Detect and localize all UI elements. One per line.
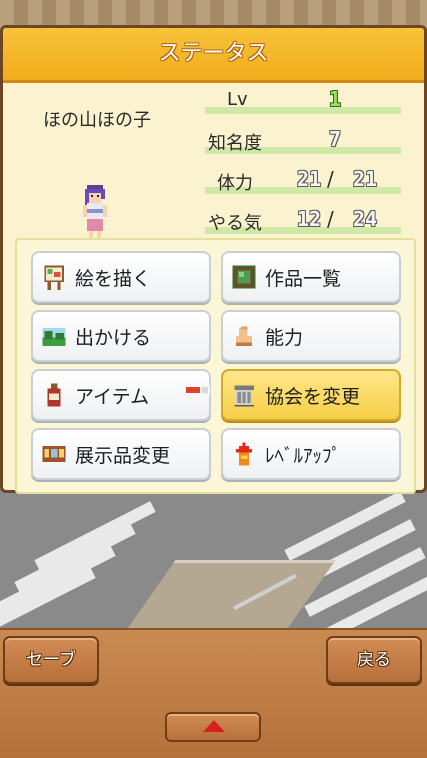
save-button[interactable]: セーブ: [3, 636, 99, 684]
status-panel: ステータス ほの山ほの子 Lv 1 知名度 7 体力 21 / 21 やる気 1…: [0, 25, 427, 494]
gallery-icon: [42, 445, 66, 463]
stat-row-level: Lv 1: [205, 87, 401, 119]
ability-label: 能力: [265, 326, 304, 349]
level-value: 1: [329, 87, 342, 111]
easel-icon: [44, 265, 64, 290]
level-up-arrow-icon: [235, 442, 253, 466]
fame-label: 知名度: [208, 133, 262, 154]
items-label: アイテム: [75, 385, 150, 408]
go-out-button[interactable]: 出かける: [31, 310, 211, 362]
go-out-label: 出かける: [75, 326, 152, 349]
fame-value: 7: [329, 127, 342, 151]
motivation-separator: /: [327, 207, 334, 231]
expand-up-button[interactable]: [165, 712, 261, 742]
building-icon: [234, 385, 254, 407]
draw-picture-label: 絵を描く: [75, 267, 152, 290]
ability-button[interactable]: 能力: [221, 310, 401, 362]
change-association-button[interactable]: 協会を変更: [221, 369, 401, 421]
menu-area: 絵を描く 作品一覧 出かける 能力 アイテム 協会を変更 展示品変更 ﾚﾍﾞﾙｱ…: [15, 238, 416, 494]
stat-row-motivation: やる気 12 / 24: [205, 207, 401, 239]
back-button[interactable]: 戻る: [326, 636, 422, 684]
stat-row-stamina: 体力 21 / 21: [205, 167, 401, 199]
muscle-arm-icon: [235, 326, 253, 346]
crosswalk-stripe: [304, 547, 426, 617]
level-up-button[interactable]: ﾚﾍﾞﾙｱｯﾌﾟ: [221, 428, 401, 480]
level-up-label: ﾚﾍﾞﾙｱｯﾌﾟ: [265, 444, 342, 467]
artwork-list-label: 作品一覧: [265, 267, 342, 290]
level-label: Lv: [227, 89, 248, 110]
stamina-label: 体力: [217, 173, 253, 194]
draw-picture-button[interactable]: 絵を描く: [31, 251, 211, 303]
stamina-separator: /: [327, 167, 334, 191]
stamina-current: 21: [297, 167, 322, 191]
artwork-list-button[interactable]: 作品一覧: [221, 251, 401, 303]
panel-title: ステータス: [3, 28, 424, 83]
change-exhibit-button[interactable]: 展示品変更: [31, 428, 211, 480]
items-button[interactable]: アイテム: [31, 369, 211, 421]
triangle-up-icon: [203, 720, 225, 732]
crosswalk-stripe: [284, 491, 406, 561]
hand-pointer-icon: [186, 385, 210, 395]
landscape-icon: [42, 327, 66, 346]
character-name: ほの山ほの子: [43, 110, 151, 131]
change-exhibit-label: 展示品変更: [75, 444, 171, 467]
motivation-label: やる気: [208, 213, 262, 234]
motivation-max: 24: [353, 207, 378, 231]
change-association-label: 協会を変更: [265, 385, 361, 408]
stamina-max: 21: [353, 167, 378, 191]
painting-frame-icon: [232, 265, 256, 289]
motivation-current: 12: [297, 207, 322, 231]
stat-row-fame: 知名度 7: [205, 127, 401, 159]
bottle-icon: [47, 383, 61, 407]
